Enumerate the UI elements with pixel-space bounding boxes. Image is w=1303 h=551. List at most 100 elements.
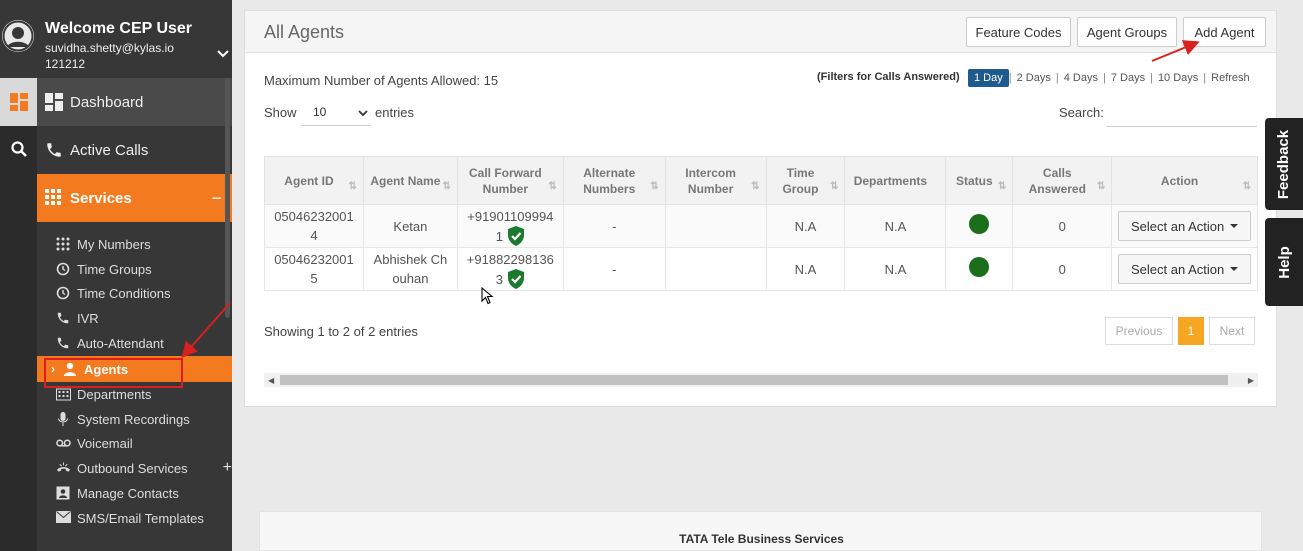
welcome-text: Welcome CEP User [45, 20, 193, 37]
user-email: suvidha.shetty@kylas.io [45, 41, 174, 55]
col-agent-name[interactable]: Agent Name ⇅ [362, 156, 458, 205]
user-id: 121212 [45, 57, 86, 71]
nav-services[interactable]: Services − [37, 174, 232, 222]
select-action-button[interactable]: Select an Action [1117, 211, 1252, 241]
time-group: N.A [765, 247, 846, 291]
col-departments[interactable]: Departments [844, 156, 947, 205]
help-tab[interactable]: Help [1265, 218, 1303, 306]
column-label: Alternate Numbers [583, 165, 636, 196]
annotation-box [44, 358, 183, 388]
footer: TATA Tele Business Services [259, 511, 1262, 551]
action-cell: Select an Action [1111, 247, 1258, 291]
building-icon [56, 387, 71, 402]
col-time-group[interactable]: Time Group ⇅ [765, 156, 846, 205]
user-profile[interactable]: Welcome CEP User suvidha.shetty@kylas.io… [0, 0, 232, 78]
table-row: 05046232001 5 Abhishek Ch ouhan +9188229… [264, 247, 1258, 291]
scroll-left-icon[interactable]: ◀ [268, 376, 274, 385]
next-page-button[interactable]: Next [1209, 317, 1255, 345]
call-forward-cell: +91901109994 1 [456, 204, 564, 248]
column-label: Status [956, 173, 993, 188]
filters-label: (Filters for Calls Answered) [817, 71, 960, 83]
sidebar-item-outbound-services[interactable]: Outbound Services + [56, 456, 232, 480]
calls-answered: 0 [1012, 204, 1113, 248]
sidebar-item-time-conditions[interactable]: Time Conditions [56, 281, 232, 305]
nav-active-calls[interactable]: Active Calls [37, 126, 232, 174]
sidebar-item-label: Manage Contacts [77, 485, 179, 501]
sidebar-item-system-recordings[interactable]: System Recordings [56, 407, 232, 431]
avatar-icon [2, 20, 34, 52]
select-action-button[interactable]: Select an Action [1117, 254, 1252, 284]
feature-codes-button[interactable]: Feature Codes [966, 17, 1071, 47]
col-alternate[interactable]: Alternate Numbers ⇅ [562, 156, 666, 205]
column-label: Action [1160, 173, 1199, 188]
nav-services-label: Services [70, 189, 132, 207]
contacts-icon [56, 486, 71, 501]
sidebar-item-ivr[interactable]: IVR [56, 306, 232, 330]
sidebar-item-voicemail[interactable]: Voicemail [56, 431, 232, 455]
sort-icon: ⇅ [442, 181, 451, 192]
sort-icon: ⇅ [997, 181, 1007, 192]
agent-groups-button[interactable]: Agent Groups [1077, 17, 1177, 47]
sidebar-item-label: Time Conditions [77, 285, 171, 301]
col-intercom[interactable]: Intercom Number ⇅ [664, 156, 767, 205]
agent-name-cell: Abhishek Ch ouhan [362, 247, 458, 291]
filter-2-days[interactable]: 2 Days [1012, 72, 1056, 84]
sidebar-item-label: Auto-Attendant [77, 335, 164, 351]
sidebar-item-my-numbers[interactable]: My Numbers [56, 232, 232, 256]
sidebar-item-sms-email-templates[interactable]: SMS/Email Templates [56, 506, 232, 530]
call-forward-number: +91882298136 3 [464, 250, 556, 289]
verified-shield-icon [507, 268, 524, 289]
column-label: Intercom Number [685, 165, 736, 196]
filter-7-days[interactable]: 7 Days [1106, 72, 1150, 84]
sidebar-item-label: SMS/Email Templates [77, 510, 204, 526]
page-1-button[interactable]: 1 [1178, 317, 1204, 345]
filter-1-day[interactable]: 1 Day [968, 69, 1009, 87]
col-agent-id[interactable]: Agent ID ⇅ [264, 156, 364, 205]
column-label: Departments [853, 173, 928, 188]
filter-10-days[interactable]: 10 Days [1153, 72, 1203, 84]
col-calls-answered[interactable]: Calls Answered ⇅ [1012, 156, 1113, 205]
alternate-number: - [562, 204, 666, 248]
icon-rail [0, 78, 37, 551]
intercom-number [664, 247, 767, 291]
clock-icon [56, 262, 71, 277]
scroll-right-icon[interactable]: ▶ [1248, 376, 1254, 385]
sidebar-item-label: System Recordings [77, 411, 190, 427]
help-label: Help [1275, 245, 1293, 279]
column-label: Agent Name [370, 173, 441, 188]
agent-id: 05046232001 4 [274, 209, 354, 243]
search-label: Search: [1059, 105, 1104, 120]
table-horizontal-scrollbar[interactable]: ◀ ▶ [264, 373, 1258, 387]
chevron-down-icon[interactable] [216, 47, 230, 61]
call-forward-number: +91901109994 1 [464, 207, 556, 246]
refresh-link[interactable]: Refresh [1206, 72, 1255, 84]
entries-select[interactable]: 10 [301, 100, 371, 126]
sidebar-scrollbar[interactable] [225, 78, 230, 318]
previous-page-button[interactable]: Previous [1105, 317, 1173, 345]
collapse-icon[interactable]: − [211, 188, 222, 209]
table-row: 05046232001 4 Ketan +91901109994 1 - N.A… [264, 204, 1258, 248]
column-label: Calls Answered [1028, 165, 1086, 196]
add-agent-button[interactable]: Add Agent [1183, 17, 1266, 47]
filter-4-days[interactable]: 4 Days [1059, 72, 1103, 84]
sidebar-item-auto-attendant[interactable]: Auto-Attendant [56, 331, 232, 355]
sidebar-item-manage-contacts[interactable]: Manage Contacts [56, 481, 232, 505]
sidebar-item-time-groups[interactable]: Time Groups [56, 257, 232, 281]
sort-icon: ⇅ [830, 181, 839, 192]
col-call-forward[interactable]: Call Forward Number ⇅ [456, 156, 564, 205]
nav-dashboard[interactable]: Dashboard [37, 78, 232, 126]
dashboard-rail-icon[interactable] [0, 78, 37, 126]
expand-icon[interactable]: + [223, 459, 232, 477]
feedback-tab[interactable]: Feedback [1265, 118, 1303, 210]
col-action[interactable]: Action ⇅ [1111, 156, 1258, 205]
col-status[interactable]: Status ⇅ [945, 156, 1014, 205]
search-icon[interactable] [0, 134, 37, 164]
sort-icon: ⇅ [348, 181, 357, 192]
status-cell [945, 204, 1014, 248]
show-label: Show [264, 105, 297, 120]
entries-value: 10 [313, 105, 327, 119]
search-input[interactable] [1107, 99, 1257, 127]
sort-icon: ⇅ [548, 181, 557, 192]
scrollbar-thumb[interactable] [280, 375, 1228, 385]
status-indicator [969, 256, 990, 277]
